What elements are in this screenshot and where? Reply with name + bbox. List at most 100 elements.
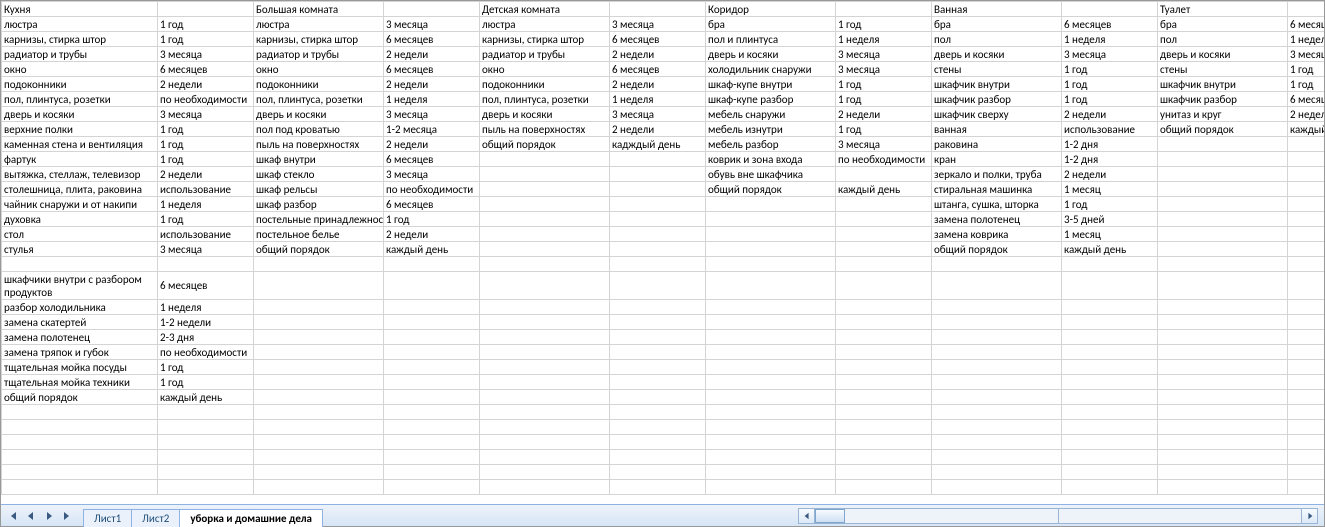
freq-cell[interactable]: 6 месяцев	[1062, 17, 1158, 32]
freq-cell[interactable]: 3 месяца	[610, 107, 706, 122]
freq-cell[interactable]: 1 год	[1062, 77, 1158, 92]
cell[interactable]	[836, 420, 932, 435]
task-cell[interactable]	[480, 182, 610, 197]
task-cell[interactable]: шкафчик внутри	[932, 77, 1062, 92]
cell[interactable]	[706, 435, 836, 450]
cell[interactable]	[158, 450, 254, 465]
task-cell[interactable]: окно	[2, 62, 158, 77]
cell[interactable]	[480, 465, 610, 480]
freq-cell[interactable]	[836, 242, 932, 257]
task-cell[interactable]	[706, 227, 836, 242]
task-cell[interactable]	[480, 152, 610, 167]
freq-cell[interactable]	[384, 375, 480, 390]
cell[interactable]	[706, 450, 836, 465]
freq-cell[interactable]: по необходимости	[384, 182, 480, 197]
freq-cell[interactable]	[384, 330, 480, 345]
freq-cell[interactable]	[836, 167, 932, 182]
task-cell[interactable]: окно	[480, 62, 610, 77]
task-cell[interactable]	[480, 167, 610, 182]
task-cell[interactable]	[706, 345, 836, 360]
freq-cell[interactable]: 6 месяцев	[384, 62, 480, 77]
task-cell[interactable]: столешница, плита, раковина	[2, 182, 158, 197]
section-header[interactable]: Туалет	[1158, 2, 1288, 17]
task-cell[interactable]: зеркало и полки, труба	[932, 167, 1062, 182]
task-cell[interactable]	[254, 375, 384, 390]
freq-cell[interactable]	[610, 390, 706, 405]
scroll-right-icon[interactable]	[1301, 509, 1317, 523]
freq-cell[interactable]: 1-2 месяца	[384, 122, 480, 137]
freq-cell[interactable]: каждый день	[384, 242, 480, 257]
freq-cell[interactable]: использование	[1062, 122, 1158, 137]
cell[interactable]	[2, 465, 158, 480]
freq-cell[interactable]: 3 месяца	[158, 107, 254, 122]
task-cell[interactable]	[706, 300, 836, 315]
section-header[interactable]: Коридор	[706, 2, 836, 17]
task-cell[interactable]: шкафчики внутри с разбором продуктов	[2, 272, 158, 300]
cell[interactable]	[254, 480, 384, 495]
task-cell[interactable]: люстра	[2, 17, 158, 32]
freq-cell[interactable]: 1 год	[1062, 197, 1158, 212]
freq-cell[interactable]	[836, 345, 932, 360]
cell[interactable]	[2, 405, 158, 420]
cell[interactable]	[836, 435, 932, 450]
nav-prev-icon[interactable]	[23, 508, 39, 524]
freq-cell[interactable]: по необходимости	[158, 92, 254, 107]
task-cell[interactable]	[254, 315, 384, 330]
task-cell[interactable]	[480, 197, 610, 212]
task-cell[interactable]	[1158, 182, 1288, 197]
tab-sheet1[interactable]: Лист1	[83, 509, 132, 527]
freq-cell[interactable]	[1062, 272, 1158, 300]
cell[interactable]	[836, 450, 932, 465]
task-cell[interactable]: коврик и зона входа	[706, 152, 836, 167]
freq-cell[interactable]: 1 неделя	[610, 92, 706, 107]
freq-cell[interactable]	[610, 300, 706, 315]
freq-cell[interactable]: 1 год	[836, 122, 932, 137]
cell[interactable]	[1062, 480, 1158, 495]
freq-cell[interactable]	[1062, 345, 1158, 360]
task-cell[interactable]	[480, 212, 610, 227]
task-cell[interactable]: люстра	[254, 17, 384, 32]
tab-sheet2[interactable]: Лист2	[131, 509, 180, 527]
cell[interactable]	[384, 480, 480, 495]
cell[interactable]	[158, 2, 254, 17]
scroll-track[interactable]	[815, 509, 1301, 523]
cell[interactable]	[610, 420, 706, 435]
task-cell[interactable]	[706, 360, 836, 375]
task-cell[interactable]: замена полотенец	[932, 212, 1062, 227]
tab-cleaning[interactable]: уборка и домашние дела	[179, 509, 323, 527]
freq-cell[interactable]	[1288, 212, 1325, 227]
task-cell[interactable]: мебель снаружи	[706, 107, 836, 122]
freq-cell[interactable]	[610, 272, 706, 300]
task-cell[interactable]	[932, 272, 1062, 300]
freq-cell[interactable]	[610, 227, 706, 242]
freq-cell[interactable]	[1288, 272, 1325, 300]
freq-cell[interactable]: 1 год	[836, 17, 932, 32]
freq-cell[interactable]: 3 месяца	[836, 62, 932, 77]
task-cell[interactable]	[480, 360, 610, 375]
freq-cell[interactable]	[1288, 375, 1325, 390]
freq-cell[interactable]	[384, 272, 480, 300]
task-cell[interactable]: шкаф стекло	[254, 167, 384, 182]
task-cell[interactable]: замена скатертей	[2, 315, 158, 330]
cell[interactable]	[384, 450, 480, 465]
cell[interactable]	[836, 480, 932, 495]
cell[interactable]	[480, 435, 610, 450]
task-cell[interactable]: шкафчик разбор	[932, 92, 1062, 107]
task-cell[interactable]: постельное белье	[254, 227, 384, 242]
task-cell[interactable]	[706, 212, 836, 227]
task-cell[interactable]: бра	[1158, 17, 1288, 32]
cell[interactable]	[932, 435, 1062, 450]
task-cell[interactable]	[1158, 227, 1288, 242]
freq-cell[interactable]: по необходимости	[836, 152, 932, 167]
freq-cell[interactable]: 6 месяцев	[610, 32, 706, 47]
task-cell[interactable]	[932, 390, 1062, 405]
cell[interactable]	[610, 450, 706, 465]
task-cell[interactable]: дверь и косяки	[2, 107, 158, 122]
task-cell[interactable]: мебель разбор	[706, 137, 836, 152]
task-cell[interactable]: радиатор и трубы	[480, 47, 610, 62]
freq-cell[interactable]: 6 месяцев	[384, 32, 480, 47]
cell[interactable]	[1288, 2, 1325, 17]
freq-cell[interactable]	[1062, 390, 1158, 405]
freq-cell[interactable]	[1062, 257, 1158, 272]
task-cell[interactable]	[932, 345, 1062, 360]
